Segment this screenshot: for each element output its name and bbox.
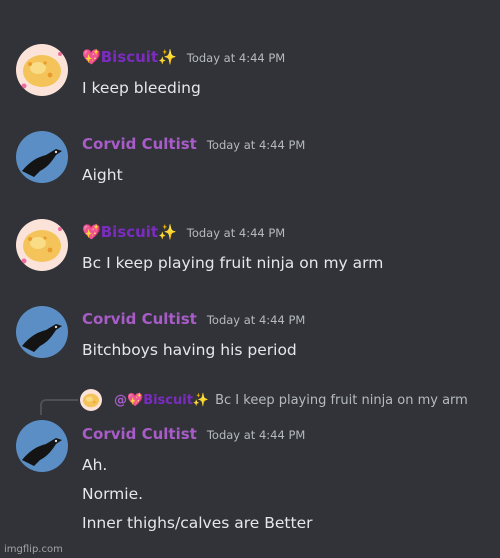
message-text: Bitchboys having his period [82, 341, 297, 359]
message-text: Aight [82, 166, 123, 184]
message-header: Corvid Cultist Today at 4:44 PM [82, 135, 305, 157]
message-text: Inner thighs/calves are Better [82, 514, 313, 532]
biscuit-avatar-icon[interactable] [16, 219, 68, 271]
timestamp: Today at 4:44 PM [206, 313, 306, 327]
timestamp: Today at 4:44 PM [186, 51, 286, 65]
message-text: Ah. [82, 456, 108, 474]
message-header: Corvid Cultist Today at 4:44 PM [82, 310, 305, 332]
username[interactable]: Biscuit [101, 223, 158, 241]
reply-mention-at: @ [114, 392, 127, 408]
reply-text: Bc I keep playing fruit ninja on my arm [215, 392, 468, 408]
message-text: Normie. [82, 485, 144, 503]
message-text: Bc I keep playing fruit ninja on my arm [82, 254, 384, 272]
crow-avatar-icon[interactable] [16, 420, 68, 472]
username[interactable]: Corvid Cultist [82, 135, 197, 153]
biscuit-avatar-icon[interactable] [16, 44, 68, 96]
sparkles-emoji-icon: ✨ [192, 392, 210, 408]
timestamp: Today at 4:44 PM [186, 226, 286, 240]
crow-avatar-icon[interactable] [16, 131, 68, 183]
sparkles-emoji-icon: ✨ [158, 48, 177, 66]
timestamp: Today at 4:44 PM [206, 138, 306, 152]
username[interactable]: Corvid Cultist [82, 425, 197, 443]
username[interactable]: Biscuit [101, 48, 158, 66]
heart-emoji-icon: 💖 [82, 48, 101, 66]
message-header: 💖 Biscuit ✨ Today at 4:44 PM [82, 48, 285, 70]
message-header: Corvid Cultist Today at 4:44 PM [82, 425, 305, 447]
heart-emoji-icon: 💖 [82, 223, 101, 241]
reply-preview[interactable]: @ 💖 Biscuit ✨ Bc I keep playing fruit ni… [80, 388, 468, 412]
crow-avatar-icon[interactable] [16, 306, 68, 358]
chat-log: 💖 Biscuit ✨ Today at 4:44 PM I keep blee… [0, 0, 500, 558]
watermark: imgflip.com [4, 544, 63, 555]
sparkles-emoji-icon: ✨ [158, 223, 177, 241]
reply-spine [40, 399, 78, 415]
timestamp: Today at 4:44 PM [206, 428, 306, 442]
reply-username[interactable]: Biscuit [143, 393, 193, 408]
biscuit-avatar-icon [80, 389, 102, 411]
message-header: 💖 Biscuit ✨ Today at 4:44 PM [82, 223, 285, 245]
heart-emoji-icon: 💖 [127, 392, 144, 408]
message-text: I keep bleeding [82, 79, 201, 97]
username[interactable]: Corvid Cultist [82, 310, 197, 328]
